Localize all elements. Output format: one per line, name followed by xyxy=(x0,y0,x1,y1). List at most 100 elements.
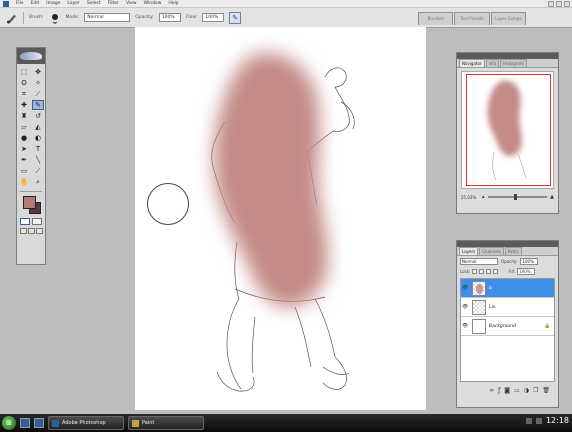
navigator-view-box[interactable] xyxy=(466,74,551,186)
menu-bar: File Edit Image Layer Select Filter View… xyxy=(0,0,572,8)
slice-icon[interactable]: ⟋ xyxy=(32,89,44,99)
close-button[interactable] xyxy=(564,1,570,7)
new-group-icon[interactable]: ▭ xyxy=(514,387,520,394)
standard-mode-button[interactable] xyxy=(20,218,30,225)
minimize-button[interactable] xyxy=(548,1,554,7)
toolbox-header[interactable] xyxy=(17,48,45,64)
taskbar-button-paint[interactable]: Paint xyxy=(128,416,204,430)
path-select-icon[interactable]: ➤ xyxy=(18,144,30,154)
layer-name[interactable]: Background xyxy=(489,324,544,329)
zoom-level[interactable]: 25.03% xyxy=(461,195,479,200)
marquee-icon[interactable]: ⬚ xyxy=(18,67,30,77)
maximize-button[interactable] xyxy=(556,1,562,7)
quick-mask-mode-button[interactable] xyxy=(32,218,42,225)
menu-help[interactable]: Help xyxy=(168,1,178,6)
menu-file[interactable]: File xyxy=(16,1,24,6)
zoom-out-icon[interactable]: ▴ xyxy=(482,194,485,200)
network-icon[interactable] xyxy=(525,417,532,424)
new-layer-icon[interactable]: ❐ xyxy=(533,387,538,394)
clone-stamp-icon[interactable]: ♜ xyxy=(18,111,30,121)
crop-icon[interactable]: ⌗ xyxy=(18,89,30,99)
mode-select[interactable]: Normal xyxy=(84,13,131,22)
type-icon[interactable]: T xyxy=(32,144,44,154)
brush-tool-preset-icon[interactable] xyxy=(6,12,18,24)
photoshop-icon xyxy=(3,0,9,7)
move-icon[interactable]: ✥ xyxy=(32,67,44,77)
quick-launch-icon[interactable] xyxy=(20,418,30,428)
blur-icon[interactable]: ● xyxy=(18,133,30,143)
menu-view[interactable]: View xyxy=(126,1,137,6)
menu-edit[interactable]: Edit xyxy=(31,1,40,6)
layer-opacity-label: Opacity: xyxy=(501,259,518,264)
palette-tab-brushes[interactable]: Brushes xyxy=(418,12,454,25)
palette-tab-tool-presets[interactable]: Tool Presets xyxy=(454,12,490,25)
tab-channels[interactable]: Channels xyxy=(479,247,504,255)
brush-picker-icon[interactable] xyxy=(49,12,61,24)
lasso-icon[interactable]: ʘ xyxy=(18,78,30,88)
history-brush-icon[interactable]: ↺ xyxy=(32,111,44,121)
notes-icon[interactable]: ▭ xyxy=(18,166,30,176)
full-screen-button[interactable] xyxy=(35,228,43,234)
menu-layer[interactable]: Layer xyxy=(67,1,80,6)
layer-opacity-field[interactable]: 100% xyxy=(520,258,539,265)
zoom-in-icon[interactable]: ▲ xyxy=(550,194,554,200)
zoom-slider-knob[interactable] xyxy=(514,194,518,200)
zoom-icon[interactable]: ⌕ xyxy=(32,177,44,187)
flow-field[interactable]: 100% xyxy=(202,13,225,22)
layer-row-b[interactable]: 👁 b xyxy=(461,279,554,298)
layer-row-background[interactable]: 👁 Background 🔒 xyxy=(461,317,554,336)
visibility-eye-icon[interactable]: 👁 xyxy=(461,304,469,310)
healing-brush-icon[interactable]: ✚ xyxy=(18,100,30,110)
menu-filter[interactable]: Filter xyxy=(108,1,119,6)
navigator-preview[interactable] xyxy=(461,71,554,189)
blend-mode-select[interactable]: Normal xyxy=(460,258,498,265)
tab-histogram[interactable]: Histogram xyxy=(500,59,527,67)
shape-icon[interactable]: ╲ xyxy=(32,155,44,165)
clock[interactable]: 12:18 xyxy=(546,416,569,425)
palette-tab-layer-comps[interactable]: Layer Comps xyxy=(490,12,526,25)
standard-screen-button[interactable] xyxy=(19,228,27,234)
hand-icon[interactable]: ✋ xyxy=(18,177,30,187)
add-mask-icon[interactable]: ◙ xyxy=(504,387,510,394)
link-layers-icon[interactable]: ∞ xyxy=(489,387,494,394)
layer-name[interactable]: b xyxy=(489,286,544,291)
trash-icon[interactable]: 🗑 xyxy=(542,387,550,394)
zoom-slider[interactable] xyxy=(487,194,548,200)
bucket-icon[interactable]: ◭ xyxy=(32,122,44,132)
magic-wand-icon[interactable]: ✧ xyxy=(32,78,44,88)
full-screen-menu-button[interactable] xyxy=(27,228,35,234)
lock-transparency-icon[interactable] xyxy=(472,269,478,274)
lock-pixels-icon[interactable] xyxy=(479,269,485,274)
eraser-icon[interactable]: ▱ xyxy=(18,122,30,132)
volume-icon[interactable] xyxy=(535,417,542,424)
brush-icon[interactable]: ✎ xyxy=(32,100,44,110)
lock-position-icon[interactable] xyxy=(486,269,492,274)
visibility-eye-icon[interactable]: 👁 xyxy=(461,285,469,291)
start-button[interactable]: ⊞ xyxy=(2,416,16,430)
lock-label: Lock: xyxy=(460,269,471,274)
menu-window[interactable]: Window xyxy=(144,1,162,6)
layer-row-lin[interactable]: 👁 Lin xyxy=(461,298,554,317)
tab-layers[interactable]: Layers xyxy=(459,247,479,255)
dodge-icon[interactable]: ◐ xyxy=(32,133,44,143)
menu-image[interactable]: Image xyxy=(46,1,60,6)
foreground-color-swatch[interactable] xyxy=(23,196,36,209)
opacity-field[interactable]: 100% xyxy=(158,13,181,22)
tab-info[interactable]: Info xyxy=(485,59,500,67)
navigator-tabs: Navigator Info Histogram xyxy=(457,59,558,68)
pen-icon[interactable]: ✒ xyxy=(18,155,30,165)
tab-navigator[interactable]: Navigator xyxy=(459,59,485,67)
layer-name[interactable]: Lin xyxy=(489,305,544,310)
visibility-eye-icon[interactable]: 👁 xyxy=(461,323,469,329)
tab-paths[interactable]: Paths xyxy=(504,247,522,255)
lock-all-icon[interactable] xyxy=(493,269,499,274)
task-label: Paint xyxy=(142,420,155,426)
taskbar-button-photoshop[interactable]: Adobe Photoshop xyxy=(48,416,124,430)
adjustment-layer-icon[interactable]: ◑ xyxy=(524,387,529,394)
fill-field[interactable]: 100% xyxy=(517,268,536,275)
quick-launch-icon[interactable] xyxy=(34,418,44,428)
eyedropper-icon[interactable]: ⟋ xyxy=(32,166,44,176)
airbrush-toggle[interactable]: ✎ xyxy=(229,11,242,24)
menu-select[interactable]: Select xyxy=(87,1,101,6)
layer-style-icon[interactable]: ƒ xyxy=(498,387,500,394)
